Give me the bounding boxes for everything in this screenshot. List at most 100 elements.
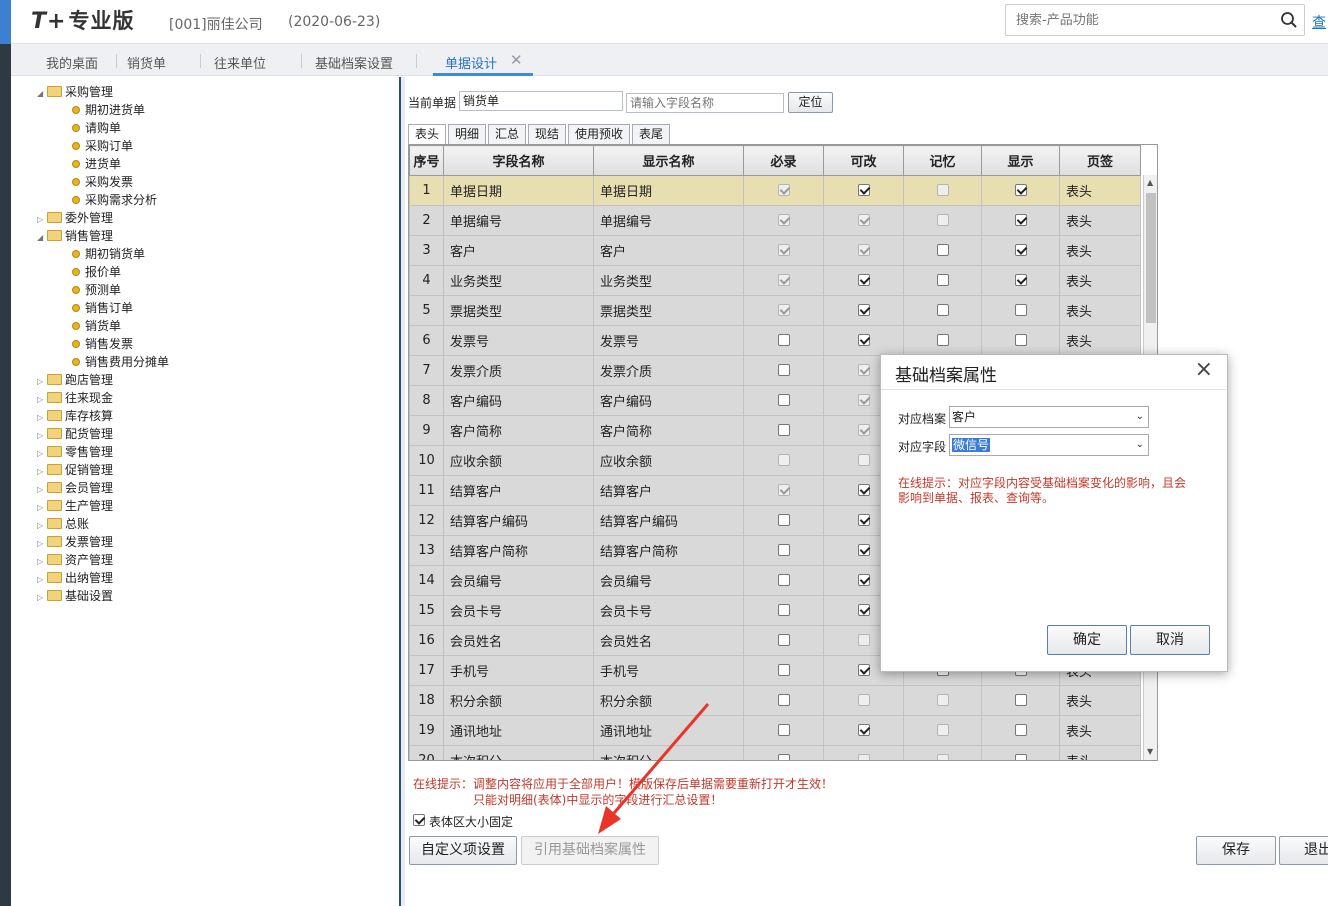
required-checkbox[interactable] xyxy=(777,544,790,556)
tree-leaf[interactable]: 报价单 xyxy=(72,263,121,281)
memory-checkbox[interactable] xyxy=(936,334,949,346)
required-checkbox[interactable] xyxy=(777,274,790,286)
row-number-cell[interactable]: 11 xyxy=(409,475,444,506)
editable-checkbox[interactable] xyxy=(857,454,870,466)
required-checkbox[interactable] xyxy=(777,664,790,676)
row-number-cell[interactable]: 14 xyxy=(409,565,444,596)
checkbox-cell[interactable] xyxy=(823,295,904,326)
search-icon[interactable] xyxy=(1280,11,1298,29)
tree-leaf[interactable]: 期初进货单 xyxy=(72,101,145,119)
checkbox-cell[interactable] xyxy=(743,625,824,656)
field-name-cell[interactable]: 结算客户编码 xyxy=(443,505,594,536)
fixed-size-checkbox[interactable] xyxy=(413,814,425,826)
tree-folder[interactable]: ◢ 销售管理 xyxy=(37,227,113,245)
show-checkbox[interactable] xyxy=(1014,184,1027,196)
required-checkbox[interactable] xyxy=(777,394,790,406)
scroll-thumb[interactable] xyxy=(1146,193,1156,323)
tree-folder[interactable]: ▷ 往来现金 xyxy=(37,389,113,407)
tab-desktop[interactable]: 我的桌面 xyxy=(46,53,98,72)
row-number-cell[interactable]: 13 xyxy=(409,535,444,566)
field-name-cell[interactable]: 客户 xyxy=(443,235,594,266)
page-tab-cell[interactable]: 表头 xyxy=(1059,265,1141,296)
column-header[interactable]: 序号 xyxy=(409,145,444,176)
tree-folder[interactable]: ▷ 零售管理 xyxy=(37,443,113,461)
column-header[interactable]: 显示名称 xyxy=(593,145,744,176)
display-name-cell[interactable]: 结算客户编码 xyxy=(593,505,744,536)
field-name-cell[interactable]: 结算客户简称 xyxy=(443,535,594,566)
reference-archive-button[interactable]: 引用基础档案属性 xyxy=(521,836,659,865)
column-header[interactable]: 页签 xyxy=(1059,145,1141,176)
checkbox-cell[interactable] xyxy=(743,445,824,476)
tree-folder[interactable]: ▷ 总账 xyxy=(37,515,89,533)
checkbox-cell[interactable] xyxy=(981,175,1060,206)
checkbox-cell[interactable] xyxy=(981,325,1060,356)
row-number-cell[interactable]: 4 xyxy=(409,265,444,296)
checkbox-cell[interactable] xyxy=(981,745,1060,760)
row-number-cell[interactable]: 16 xyxy=(409,625,444,656)
subtab-footer[interactable]: 表尾 xyxy=(632,124,670,144)
display-name-cell[interactable]: 手机号 xyxy=(593,655,744,686)
row-number-cell[interactable]: 2 xyxy=(409,205,444,236)
row-number-cell[interactable]: 15 xyxy=(409,595,444,626)
checkbox-cell[interactable] xyxy=(743,355,824,386)
required-checkbox[interactable] xyxy=(777,574,790,586)
editable-checkbox[interactable] xyxy=(857,244,870,256)
editable-checkbox[interactable] xyxy=(857,424,870,436)
scroll-up-icon[interactable]: ▲ xyxy=(1147,178,1153,187)
tree-leaf[interactable]: 采购发票 xyxy=(72,173,133,191)
tree-leaf[interactable]: 销货单 xyxy=(72,317,121,335)
search-input[interactable] xyxy=(1006,5,1266,35)
editable-checkbox[interactable] xyxy=(857,214,870,226)
editable-checkbox[interactable] xyxy=(857,604,870,616)
checkbox-cell[interactable] xyxy=(743,655,824,686)
page-tab-cell[interactable]: 表头 xyxy=(1059,295,1141,326)
tree-leaf[interactable]: 销售费用分摊单 xyxy=(72,353,169,371)
show-checkbox[interactable] xyxy=(1014,244,1027,256)
page-tab-cell[interactable]: 表头 xyxy=(1059,205,1141,236)
field-name-cell[interactable]: 客户简称 xyxy=(443,415,594,446)
tree-leaf[interactable]: 期初销货单 xyxy=(72,245,145,263)
subtab-prepay[interactable]: 使用预收 xyxy=(568,124,630,144)
checkbox-cell[interactable] xyxy=(903,295,982,326)
show-checkbox[interactable] xyxy=(1014,754,1027,760)
display-name-cell[interactable]: 积分余额 xyxy=(593,685,744,716)
memory-checkbox[interactable] xyxy=(936,304,949,316)
table-row[interactable]: 4 业务类型 业务类型 表头 xyxy=(409,265,1141,296)
save-button[interactable]: 保存 xyxy=(1196,836,1276,865)
subtab-summary[interactable]: 汇总 xyxy=(488,124,526,144)
row-number-cell[interactable]: 12 xyxy=(409,505,444,536)
editable-checkbox[interactable] xyxy=(857,724,870,736)
field-name-cell[interactable]: 应收余额 xyxy=(443,445,594,476)
display-name-cell[interactable]: 单据日期 xyxy=(593,175,744,206)
tab-partners[interactable]: 往来单位 xyxy=(214,53,266,72)
memory-checkbox[interactable] xyxy=(936,754,949,760)
checkbox-cell[interactable] xyxy=(823,745,904,760)
editable-checkbox[interactable] xyxy=(857,394,870,406)
show-checkbox[interactable] xyxy=(1014,214,1027,226)
page-tab-cell[interactable]: 表头 xyxy=(1059,715,1141,746)
row-number-cell[interactable]: 6 xyxy=(409,325,444,356)
row-number-cell[interactable]: 20 xyxy=(409,745,444,760)
checkbox-cell[interactable] xyxy=(743,415,824,446)
cancel-button[interactable]: 取消 xyxy=(1130,625,1210,655)
field-name-cell[interactable]: 发票介质 xyxy=(443,355,594,386)
tree-folder[interactable]: ▷ 出纳管理 xyxy=(37,569,113,587)
tree-leaf[interactable]: 销售订单 xyxy=(72,299,133,317)
tree-folder[interactable]: ▷ 会员管理 xyxy=(37,479,113,497)
show-checkbox[interactable] xyxy=(1014,334,1027,346)
row-number-cell[interactable]: 8 xyxy=(409,385,444,416)
display-name-cell[interactable]: 结算客户简称 xyxy=(593,535,744,566)
checkbox-cell[interactable] xyxy=(823,685,904,716)
editable-checkbox[interactable] xyxy=(857,544,870,556)
checkbox-cell[interactable] xyxy=(981,265,1060,296)
editable-checkbox[interactable] xyxy=(857,754,870,760)
search-box[interactable] xyxy=(1005,4,1305,36)
field-name-cell[interactable]: 票据类型 xyxy=(443,295,594,326)
memory-checkbox[interactable] xyxy=(936,214,949,226)
tree-folder[interactable]: ▷ 促销管理 xyxy=(37,461,113,479)
subtab-detail[interactable]: 明细 xyxy=(448,124,486,144)
column-header[interactable]: 记忆 xyxy=(903,145,982,176)
checkbox-cell[interactable] xyxy=(981,235,1060,266)
required-checkbox[interactable] xyxy=(777,304,790,316)
editable-checkbox[interactable] xyxy=(857,364,870,376)
